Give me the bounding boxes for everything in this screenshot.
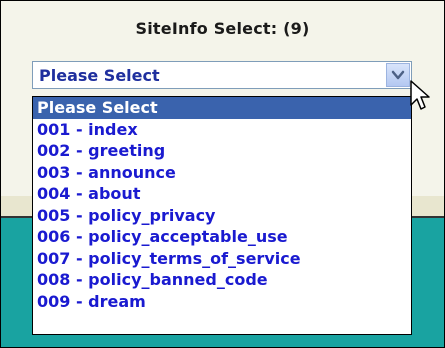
- dropdown-option[interactable]: 008 - policy_banned_code: [33, 269, 411, 291]
- dropdown-option[interactable]: 003 - announce: [33, 162, 411, 184]
- dropdown-option-selected[interactable]: Please Select: [33, 97, 411, 119]
- dropdown-option[interactable]: 009 - dream: [33, 291, 411, 313]
- siteinfo-select[interactable]: Please Select: [32, 61, 412, 89]
- dropdown-option[interactable]: 001 - index: [33, 119, 411, 141]
- dropdown-option[interactable]: 007 - policy_terms_of_service: [33, 248, 411, 270]
- page-title: SiteInfo Select: (9): [135, 19, 310, 38]
- dropdown-list: Please Select 001 - index 002 - greeting 00…: [32, 96, 412, 335]
- chevron-down-icon[interactable]: [386, 63, 410, 87]
- select-current-value: Please Select: [39, 66, 160, 85]
- window-frame: SiteInfo Select: (9) Please Select Pleas…: [0, 0, 445, 348]
- dropdown-option[interactable]: 006 - policy_acceptable_use: [33, 226, 411, 248]
- dropdown-option[interactable]: 004 - about: [33, 183, 411, 205]
- dropdown-option[interactable]: 005 - policy_privacy: [33, 205, 411, 227]
- dropdown-option[interactable]: 002 - greeting: [33, 140, 411, 162]
- mouse-pointer-icon: [410, 80, 430, 110]
